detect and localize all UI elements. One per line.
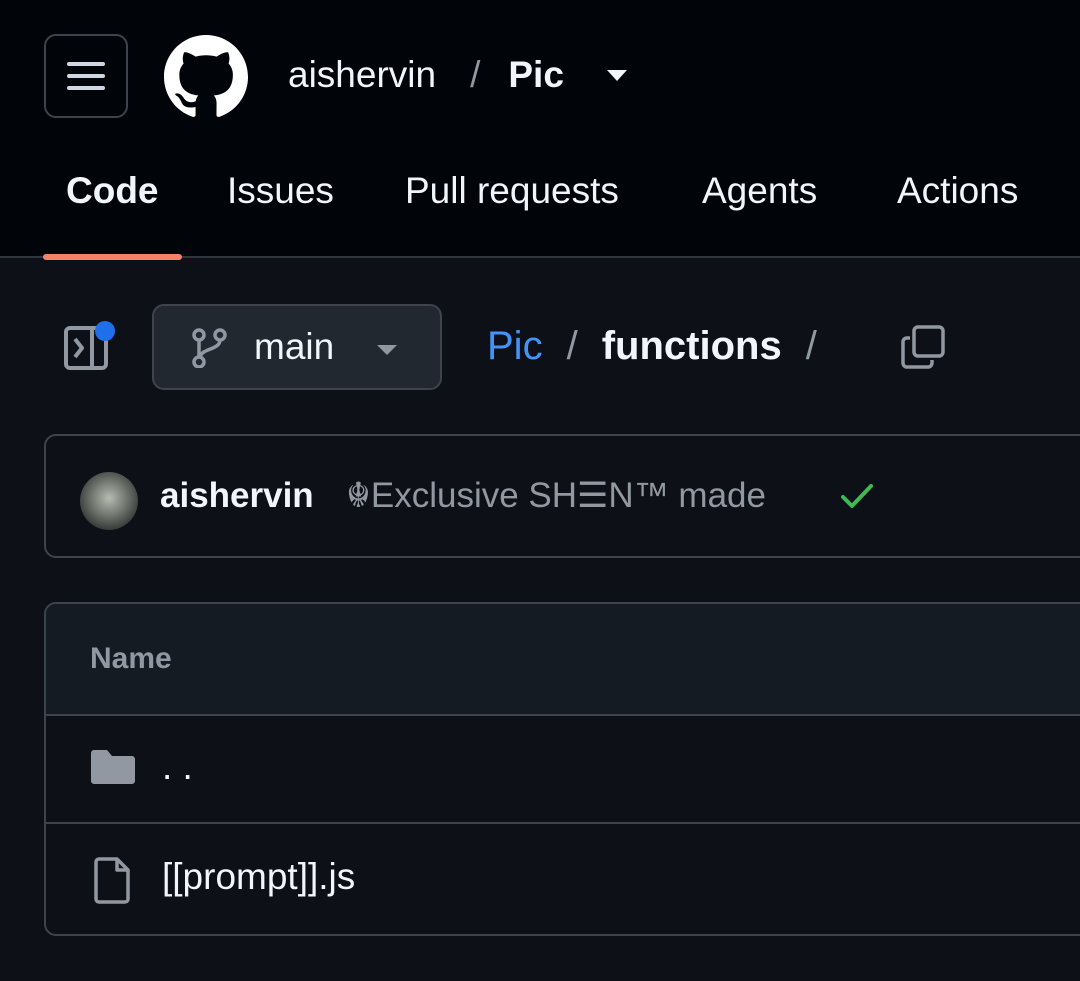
table-row-parent-dir[interactable]: . . [46, 716, 1080, 824]
breadcrumb-trailing-separator: / [805, 323, 817, 368]
tab-pull-requests[interactable]: Pull requests [405, 170, 619, 212]
copy-icon[interactable] [900, 324, 946, 370]
branch-name: main [254, 326, 335, 367]
side-panel-icon[interactable] [62, 320, 120, 372]
latest-commit-bar: aishervin ☬Exclusive SH☰N™ made [44, 434, 1080, 558]
file-name[interactable]: [[prompt]].js [162, 856, 355, 898]
file-icon [94, 857, 130, 904]
repo-path: aishervin / Pic [288, 52, 564, 98]
check-icon[interactable] [840, 482, 874, 510]
tab-code[interactable]: Code [66, 170, 159, 212]
repo-name-link[interactable]: Pic [508, 54, 564, 96]
top-header: aishervin / Pic Code Issues Pull request… [0, 0, 1080, 258]
github-logo-icon[interactable] [164, 35, 248, 119]
commit-message-link[interactable]: ☬Exclusive SH☰N™ made [346, 476, 766, 516]
breadcrumb: Pic / functions / [487, 322, 841, 370]
folder-icon [91, 750, 135, 784]
avatar[interactable] [80, 472, 138, 530]
repo-path-separator: / [470, 54, 481, 95]
tab-agents[interactable]: Agents [702, 170, 817, 212]
menu-button[interactable] [44, 34, 128, 118]
notification-dot [95, 321, 115, 341]
file-table: Name . . [[prompt]].js [44, 602, 1080, 936]
file-table-header: Name [46, 604, 1080, 716]
chevron-down-icon[interactable] [606, 69, 628, 83]
chevron-down-icon [377, 345, 397, 355]
commit-author-link[interactable]: aishervin [160, 476, 314, 516]
repo-tabs: Code Issues Pull requests Agents Actions [0, 150, 1080, 258]
breadcrumb-separator: / [566, 323, 578, 368]
git-branch-icon [192, 328, 227, 368]
table-row-file[interactable]: [[prompt]].js [46, 826, 1080, 934]
column-header-name: Name [90, 642, 172, 675]
breadcrumb-current-dir: functions [601, 323, 782, 368]
branch-selector-button[interactable]: main [152, 304, 442, 390]
repo-owner-link[interactable]: aishervin [288, 54, 436, 96]
active-tab-indicator [43, 254, 182, 260]
breadcrumb-repo-link[interactable]: Pic [487, 324, 543, 369]
tab-issues[interactable]: Issues [227, 170, 334, 212]
file-name[interactable]: . . [162, 746, 193, 788]
hamburger-menu-icon [67, 62, 105, 90]
tab-actions[interactable]: Actions [897, 170, 1018, 212]
